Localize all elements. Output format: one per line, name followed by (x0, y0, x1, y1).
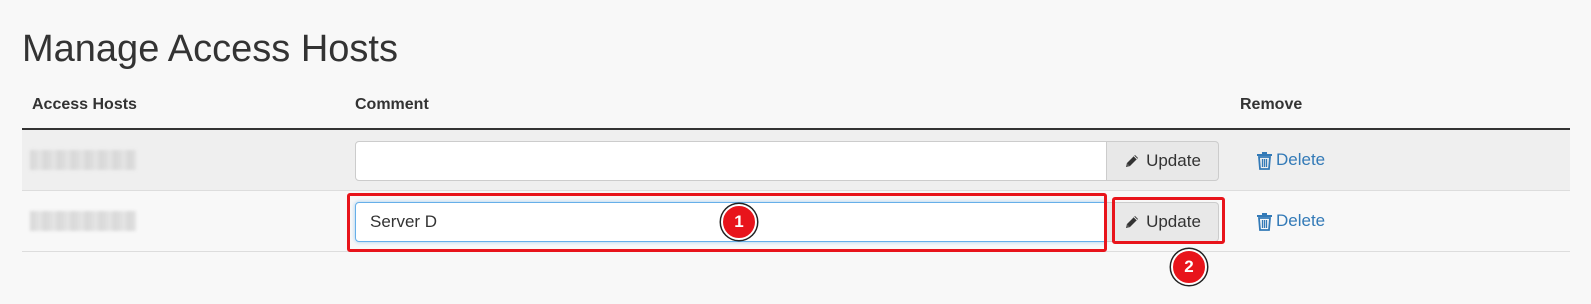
annotation-badge-2: 2 (1171, 249, 1207, 285)
table-header: Access Hosts Comment Remove (22, 88, 1570, 130)
page: Manage Access Hosts Access Hosts Comment… (0, 0, 1591, 304)
table-row: Update Delete (22, 191, 1570, 252)
delete-link[interactable]: Delete (1256, 150, 1325, 170)
access-host-value-blurred (30, 150, 136, 170)
header-comment: Comment (355, 96, 429, 113)
update-label: Update (1146, 151, 1201, 170)
page-title: Manage Access Hosts (22, 28, 398, 70)
pencil-icon (1126, 155, 1139, 167)
table-row: Update Delete (22, 130, 1570, 191)
delete-link[interactable]: Delete (1256, 211, 1325, 231)
update-label: Update (1146, 212, 1201, 231)
access-hosts-table: Access Hosts Comment Remove Update Delet… (22, 88, 1570, 252)
delete-label: Delete (1276, 211, 1326, 230)
pencil-icon (1126, 216, 1139, 228)
trash-icon (1257, 151, 1272, 170)
annotation-badge-1: 1 (721, 204, 757, 240)
update-button[interactable]: Update (1107, 141, 1219, 181)
access-host-value-blurred (30, 211, 136, 231)
update-button[interactable]: Update (1107, 202, 1219, 242)
delete-label: Delete (1276, 150, 1326, 169)
header-remove: Remove (1240, 96, 1303, 113)
header-access-hosts: Access Hosts (32, 96, 137, 113)
trash-icon (1257, 212, 1272, 231)
comment-input[interactable] (355, 141, 1107, 181)
